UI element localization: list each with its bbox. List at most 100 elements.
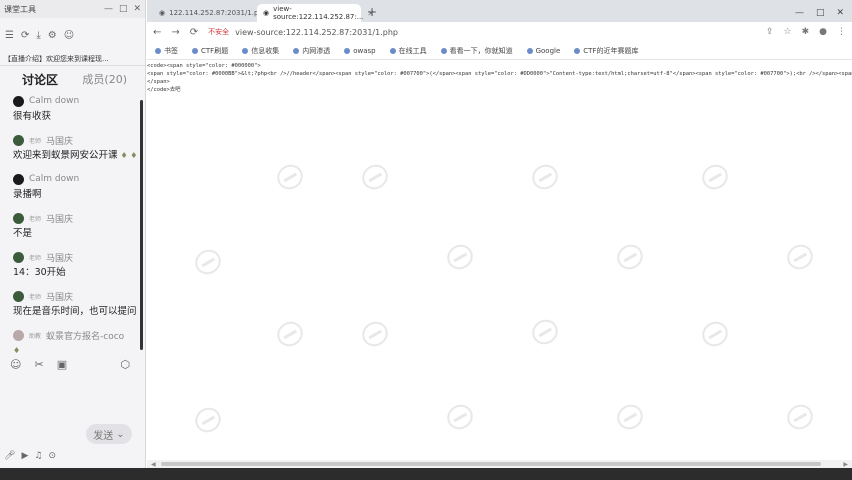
list-item: Calm down 录播啊 [13, 170, 145, 209]
chat-toolbar: ☰ ⟳ ⤓ ⚙ ☺ [0, 18, 145, 52]
horizontal-scrollbar[interactable]: ◀ ▶ [147, 460, 852, 468]
watermark-logo [442, 240, 478, 274]
message-text: 录播啊 [13, 189, 42, 200]
settings-icon[interactable]: ⚙ [48, 30, 57, 41]
bookmark-item[interactable]: 在线工具 [389, 46, 427, 56]
location-icon[interactable]: ⊙ [48, 451, 56, 461]
tab-discussion[interactable]: 讨论区 [22, 71, 58, 88]
avatar[interactable] [13, 329, 24, 341]
emoji-icon[interactable]: ☺ [10, 358, 21, 371]
bookmark-item[interactable]: owasp [344, 47, 376, 55]
sender-name: Calm down [29, 174, 80, 184]
list-item: 老师 马国庆 不是 [13, 209, 145, 248]
chat-scrollbar[interactable] [140, 100, 143, 350]
bookmark-item[interactable]: 内网渗透 [293, 46, 330, 56]
live-notice[interactable]: 【直播介绍】欢迎您来到课程现... [0, 52, 145, 66]
folder-icon [344, 47, 351, 54]
url-text[interactable]: view-source:122.114.252.87:2031/1.php [235, 28, 398, 37]
close-icon[interactable]: ✕ [836, 8, 844, 18]
scroll-left-icon[interactable]: ◀ [151, 461, 156, 468]
people-icon[interactable]: ☺ [64, 30, 74, 41]
globe-icon: ◉ [263, 9, 270, 17]
refresh-icon[interactable]: ⟳ [21, 30, 29, 41]
sender-name: 马国庆 [46, 253, 74, 264]
browser-tab[interactable]: ◉ 122.114.252.87:2031/1.php ✕ [153, 4, 278, 22]
avatar[interactable] [13, 95, 24, 107]
folder-icon [389, 47, 396, 54]
bookmark-item[interactable]: 信息收集 [242, 46, 279, 56]
role-badge: 老师 [29, 137, 42, 145]
source-line: <code><span style="color: #000000"> [147, 63, 261, 69]
avatar[interactable] [13, 134, 24, 146]
shield-icon[interactable]: ⬡ [120, 358, 130, 371]
message-text: 14：30开始 [13, 267, 66, 278]
maximize-icon[interactable]: □ [119, 4, 128, 14]
trophy-icon: ♦ [13, 346, 21, 355]
avatar[interactable] [13, 290, 24, 302]
sender-name: 蚁景官方报名-coco [46, 331, 125, 342]
bookmark-label: 书签 [164, 46, 178, 55]
star-icon[interactable]: ☆ [784, 27, 792, 37]
folder-icon [192, 47, 198, 54]
source-code-view[interactable]: <code><span style="color: #000000"> <spa… [147, 60, 852, 94]
extensions-icon[interactable]: ✱ [802, 27, 810, 37]
mic-icon[interactable]: 🎤︎ [4, 451, 15, 461]
forward-icon[interactable]: → [171, 27, 179, 38]
avatar[interactable] [13, 251, 24, 263]
share-icon[interactable]: ⇪ [766, 27, 774, 37]
scroll-right-icon[interactable]: ▶ [843, 461, 848, 468]
minimize-icon[interactable]: — [104, 4, 113, 14]
browser-tab-active[interactable]: ◉ view-source:122.114.252.87:... ✕ [257, 4, 374, 22]
bookmark-item[interactable]: CTF的近年赛题库 [574, 46, 638, 56]
more-icon[interactable]: ⋮ [837, 27, 846, 37]
send-label: 发送 [93, 430, 114, 442]
chat-window-title: 课堂工具 [4, 4, 36, 14]
bookmark-item[interactable]: 看看一下，你就知道 [440, 46, 513, 56]
address-bar[interactable]: 不安全 view-source:122.114.252.87:2031/1.ph… [208, 24, 756, 40]
security-indicator[interactable]: 不安全 [208, 27, 229, 37]
message-text: 很有收获 [13, 111, 52, 122]
message-list: Calm down 很有收获 老师 马国庆 欢迎来到蚁景网安公开课 ♦ ♦ Ca… [0, 92, 145, 365]
close-icon[interactable]: ✕ [133, 4, 141, 14]
role-badge: 助教 [29, 332, 42, 340]
menu-icon[interactable]: ☰ [5, 30, 14, 41]
bookmark-item[interactable]: Google [526, 46, 561, 55]
bookmark-label: CTF的近年赛题库 [583, 46, 639, 55]
role-badge: 老师 [29, 254, 42, 262]
send-button[interactable]: 发送 ⌄ [86, 424, 132, 444]
back-icon[interactable]: ← [153, 27, 161, 38]
tab-members[interactable]: 成员(20) [82, 71, 127, 87]
image-icon[interactable]: ▣ [57, 358, 67, 371]
list-item: Calm down 很有收获 [13, 92, 145, 131]
folder-icon [155, 47, 161, 54]
profile-icon[interactable]: ● [819, 27, 827, 37]
bookmark-item[interactable]: 书签 [155, 46, 178, 56]
music-icon[interactable]: ♫ [34, 451, 42, 461]
new-tab-button[interactable]: + [361, 5, 383, 22]
watermark-logo [442, 400, 478, 434]
bookmark-label: 信息收集 [251, 46, 280, 55]
chevron-down-icon[interactable]: ⌄ [116, 429, 124, 440]
download-icon[interactable]: ⤓ [36, 30, 40, 41]
bookmark-item[interactable]: CTF刷题 [192, 46, 228, 56]
camera-icon[interactable]: ▶ [21, 451, 28, 461]
message-text: 不是 [13, 228, 33, 239]
avatar[interactable] [13, 212, 24, 224]
folder-icon [242, 47, 249, 54]
bottom-toolbar: 🎤︎ ▶ ♫ ⊙ [4, 451, 56, 461]
maximize-icon[interactable]: □ [816, 8, 825, 18]
chat-panel: 课堂工具 — □ ✕ ☰ ⟳ ⤓ ⚙ ☺ 【直播介绍】欢迎您来到课程现... 讨… [0, 0, 146, 468]
folder-icon [440, 47, 447, 54]
sender-name: 马国庆 [46, 292, 74, 303]
bookmark-label: CTF刷题 [201, 46, 229, 55]
scrollbar-thumb[interactable] [161, 462, 821, 466]
watermark-logo [612, 240, 648, 274]
watermark-logo [697, 160, 733, 194]
browser-tabstrip: ◉ 122.114.252.87:2031/1.php ✕ ◉ view-sou… [147, 0, 852, 22]
avatar[interactable] [13, 173, 24, 185]
bookmark-label: Google [535, 46, 561, 55]
message-text: 现在是音乐时间，也可以提问 [13, 306, 137, 317]
reload-icon[interactable]: ⟳ [190, 27, 198, 38]
minimize-icon[interactable]: — [795, 8, 804, 18]
scissors-icon[interactable]: ✂ [34, 358, 43, 371]
